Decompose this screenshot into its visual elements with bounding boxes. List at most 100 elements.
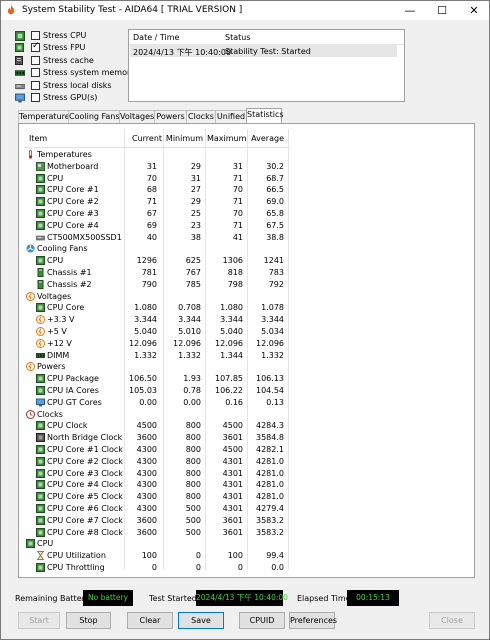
tab-statistics[interactable]: Statistics <box>246 108 284 124</box>
stress-option-label: Stress local disks <box>43 80 112 90</box>
table-row[interactable]: Motherboard 31 29 31 30.2 <box>24 161 290 173</box>
table-row[interactable]: CPU 70 31 71 68.7 <box>24 173 290 185</box>
cell-current: 3600 <box>136 515 157 525</box>
cell-min: 0.78 <box>183 386 201 395</box>
stress-option[interactable]: Stress FPU <box>15 41 125 54</box>
stress-checkbox[interactable] <box>31 92 40 102</box>
table-row[interactable]: CPU Clock 4500 800 4500 4284.3 <box>24 420 290 432</box>
statistics-table[interactable]: Item Current Minimum Maximum Average Tem… <box>24 129 290 572</box>
voltage-icon <box>36 327 45 336</box>
stop-button[interactable]: Stop <box>66 612 111 629</box>
cpu-chip-icon <box>36 197 45 207</box>
table-row[interactable]: CPU Core #6 Clock 4300 500 4301 4279.4 <box>24 503 290 515</box>
stress-checkbox[interactable] <box>31 31 40 40</box>
cell-min: 800 <box>185 421 201 431</box>
cell-current: 100 <box>141 551 157 561</box>
cell-min: 5.010 <box>178 327 201 336</box>
group-row[interactable]: Voltages <box>24 291 290 303</box>
cell-current: 4300 <box>136 480 157 490</box>
tab-unified[interactable]: Unified <box>215 110 247 123</box>
group-row[interactable]: Powers <box>24 361 290 373</box>
group-row[interactable]: Clocks <box>24 409 290 421</box>
chipset-icon <box>36 433 45 443</box>
minimize-icon[interactable]: — <box>394 1 426 20</box>
table-row[interactable]: CPU Core #1 Clock 4300 800 4500 4282.1 <box>24 444 290 456</box>
table-row[interactable]: DIMM 1.332 1.332 1.344 1.332 <box>24 350 290 362</box>
tab-cooling-fans[interactable]: Cooling Fans <box>68 110 120 123</box>
table-row[interactable]: CPU Core #8 Clock 3600 500 3601 3583.2 <box>24 527 290 539</box>
cell-max: 71 <box>232 197 243 207</box>
group-row[interactable]: Temperatures <box>24 149 290 161</box>
col-average[interactable]: Average <box>250 134 284 143</box>
cpuid-button[interactable]: CPUID <box>239 612 285 629</box>
table-row[interactable]: CPU Package 106.50 1.93 107.85 106.13 <box>24 373 290 385</box>
table-row[interactable]: CPU Core #1 68 27 70 66.5 <box>24 184 290 196</box>
table-row[interactable]: CPU Core #3 67 25 70 65.8 <box>24 208 290 220</box>
stress-option[interactable]: Stress system memory <box>15 67 135 79</box>
cell-max: 0 <box>237 563 243 572</box>
col-minimum[interactable]: Minimum <box>165 134 203 143</box>
tab-temperatures[interactable]: Temperatures <box>18 110 74 123</box>
maximize-icon[interactable]: ☐ <box>426 1 458 20</box>
save-button[interactable]: Save <box>178 612 224 629</box>
stress-option[interactable]: Stress GPU(s) <box>15 92 125 104</box>
table-row[interactable]: CPU Core #7 Clock 3600 500 3601 3583.2 <box>24 515 290 527</box>
group-row[interactable]: Cooling Fans <box>24 243 290 255</box>
log-col-date[interactable]: Date / Time <box>133 33 179 42</box>
cell-max: 107.85 <box>215 374 243 384</box>
col-maximum[interactable]: Maximum <box>207 134 246 143</box>
start-button[interactable]: Start <box>18 612 60 629</box>
table-row[interactable]: North Bridge Clock 3600 800 3601 3584.8 <box>24 432 290 444</box>
col-current[interactable]: Current <box>132 134 162 143</box>
table-row[interactable]: +12 V 12.096 12.096 12.096 12.096 <box>24 338 290 350</box>
table-row[interactable]: CPU Core #2 71 29 71 69.0 <box>24 196 290 208</box>
cell-current: 1.080 <box>134 303 157 313</box>
table-row[interactable]: CPU GT Cores 0.00 0.00 0.16 0.13 <box>24 397 290 409</box>
table-row[interactable]: CPU Core #2 Clock 4300 800 4301 4281.0 <box>24 456 290 468</box>
table-row[interactable]: Chassis #2 790 785 798 792 <box>24 279 290 291</box>
cell-avg: 67.5 <box>266 220 284 230</box>
group-row[interactable]: CPU <box>24 538 290 550</box>
stress-checkbox[interactable] <box>31 80 40 90</box>
preferences-button[interactable]: Preferences <box>289 612 337 629</box>
table-row[interactable]: CPU Core 1.080 0.708 1.080 1.078 <box>24 302 290 314</box>
log-col-status[interactable]: Status <box>225 33 251 42</box>
clock-icon <box>26 409 35 419</box>
table-row[interactable]: CPU Core #4 Clock 4300 800 4301 4281.0 <box>24 479 290 491</box>
row-item: CPU Package <box>47 374 99 384</box>
log-row[interactable]: 2024/4/13 下午 10:40:00 Stability Test: St… <box>130 45 397 57</box>
cpu-chip-icon <box>36 421 45 431</box>
tab-powers[interactable]: Powers <box>154 110 187 123</box>
table-row[interactable]: Chassis #1 781 767 818 783 <box>24 267 290 279</box>
table-row[interactable]: CPU Throttling 0 0 0 0.0 <box>24 562 290 574</box>
cell-min: 0 <box>195 551 201 561</box>
tab-clocks[interactable]: Clocks <box>186 110 216 123</box>
clear-button[interactable]: Clear <box>127 612 173 629</box>
col-item[interactable]: Item <box>29 134 47 143</box>
cell-max: 4301 <box>222 492 243 502</box>
table-row[interactable]: CPU Core #5 Clock 4300 800 4301 4281.0 <box>24 491 290 503</box>
stress-option-label: Stress system memory <box>43 68 136 78</box>
cell-min: 27 <box>190 185 201 195</box>
row-item: Chassis #1 <box>47 268 92 277</box>
close-button[interactable]: Close <box>429 612 475 629</box>
table-row[interactable]: CT500MX500SSD1 40 38 41 38.8 <box>24 232 290 244</box>
fpu-chip-icon <box>15 43 25 53</box>
table-row[interactable]: CPU 1296 625 1306 1241 <box>24 255 290 267</box>
event-log[interactable]: Date / Time Status 2024/4/13 下午 10:40:00… <box>128 29 405 102</box>
stress-checkbox[interactable] <box>31 41 40 53</box>
table-row[interactable]: CPU Core #3 Clock 4300 800 4301 4281.0 <box>24 468 290 480</box>
stress-checkbox[interactable] <box>31 68 40 78</box>
table-row[interactable]: CPU Utilization 100 0 100 99.4 <box>24 550 290 562</box>
stress-option[interactable]: Stress cache <box>15 55 125 67</box>
table-row[interactable]: CPU IA Cores 105.03 0.78 106.22 104.54 <box>24 385 290 397</box>
table-row[interactable]: CPU Core #4 69 23 71 67.5 <box>24 220 290 232</box>
row-item: CPU Clock <box>47 421 88 431</box>
stress-checkbox[interactable] <box>31 55 40 65</box>
table-row[interactable]: +5 V 5.040 5.010 5.040 5.034 <box>24 326 290 338</box>
close-icon[interactable]: ✕ <box>458 1 490 20</box>
table-row[interactable]: +3.3 V 3.344 3.344 3.344 3.344 <box>24 314 290 326</box>
stress-option-label: Stress FPU <box>43 43 86 53</box>
tab-voltages[interactable]: Voltages <box>119 110 155 123</box>
stress-option[interactable]: Stress local disks <box>15 80 125 92</box>
